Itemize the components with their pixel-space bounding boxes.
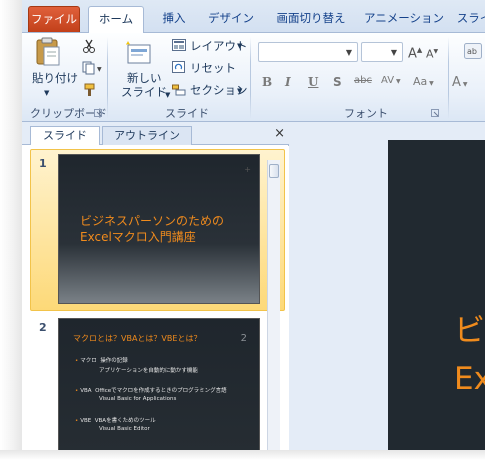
slide-2-heading: マクロとは？VBAとは？VBEとは？ [73, 334, 202, 343]
paste-button[interactable]: 貼り付け [32, 71, 78, 85]
dialog-launcher-icon[interactable] [94, 107, 102, 120]
bullet-item: • VBA Officeでマクロを作成するときのプログラミング言語 [75, 388, 227, 394]
font-color-button[interactable]: A ▼ [452, 75, 467, 90]
current-slide-canvas[interactable]: ビ Ex [388, 140, 485, 450]
new-slide-label-1[interactable]: 新しい [127, 71, 162, 85]
grow-font-button[interactable]: A▲ [408, 43, 422, 61]
chevron-down-icon: ▼ [345, 48, 352, 57]
copy-icon[interactable]: ▼ [82, 61, 104, 78]
ribbon-tab-row: ファイル ホーム 挿入 デザイン 画面切り替え アニメーション スライ [22, 0, 485, 33]
slide-thumbnails: 1 + ビジネスパーソンのための Excelマクロ入門講座 2 マクロとは？VB… [22, 146, 289, 450]
tab-transitions[interactable]: 画面切り替え [270, 6, 352, 32]
tab-slides[interactable]: スライド [30, 126, 100, 145]
cut-icon[interactable] [82, 39, 96, 56]
powerpoint-window: ファイル ホーム 挿入 デザイン 画面切り替え アニメーション スライ 貼り付け… [22, 0, 485, 450]
close-icon[interactable]: × [274, 126, 285, 141]
paste-dropdown[interactable]: ▼ [44, 86, 49, 100]
bullet-item: • マクロ 操作の記録 [75, 358, 128, 364]
slide-number: 2 [39, 321, 47, 334]
slide-title-preview-line2: Ex [454, 361, 485, 397]
svg-text:ab: ab [467, 47, 477, 56]
section-icon[interactable] [172, 83, 186, 99]
tab-insert[interactable]: 挿入 [154, 6, 194, 32]
slide-1-title-line1: ビジネスパーソンのための [80, 214, 225, 228]
slide-placeholder-mark: + [244, 165, 251, 174]
bullet-sub-item: Visual Basic Editor [99, 426, 150, 432]
slide-number: 1 [39, 157, 47, 170]
new-slide-dropdown[interactable]: ▼ [165, 88, 170, 102]
slide-thumbnail-1[interactable]: + ビジネスパーソンのための Excelマクロ入門講座 [58, 154, 260, 304]
section-dropdown[interactable]: ▼ [237, 84, 242, 98]
slide-editing-area: ビ Ex [290, 123, 485, 450]
layout-dropdown[interactable]: ▼ [237, 39, 242, 53]
tab-slideshow[interactable]: スライ [454, 6, 485, 32]
tab-design[interactable]: デザイン [205, 6, 257, 32]
dialog-launcher-icon[interactable] [431, 107, 439, 120]
slide-1-title: ビジネスパーソンのための Excelマクロ入門講座 [80, 213, 224, 245]
new-slide-icon[interactable] [122, 39, 152, 70]
layout-icon[interactable] [172, 39, 186, 54]
chevron-down-icon: ▼ [390, 48, 397, 57]
group-separator [107, 37, 108, 119]
paste-icon[interactable] [34, 37, 62, 70]
thumbnail-scrollbar[interactable] [267, 160, 280, 450]
window-left-edge [0, 0, 22, 450]
font-size-combo[interactable]: ▼ [361, 42, 403, 62]
slides-pane: スライド アウトライン × 1 + ビジネスパーソンのための Excelマクロ入… [22, 123, 289, 450]
bullet-sub-item: アプリケーションを自動的に動かす機能 [99, 368, 198, 374]
format-painter-icon[interactable] [82, 83, 96, 100]
pane-tabs: スライド アウトライン × [22, 123, 289, 145]
reset-icon[interactable] [172, 61, 186, 77]
group-separator [448, 37, 449, 119]
bullet-item: • VBE VBAを書くためのツール [75, 418, 156, 424]
shrink-font-button[interactable]: A▼ [426, 45, 438, 62]
slide-1-title-line2: Excelマクロ入門講座 [80, 230, 196, 244]
change-case-button[interactable]: Aa ▼ [413, 75, 434, 88]
char-spacing-button[interactable]: AV ▼ [381, 75, 401, 86]
font-group-label: フォント [344, 107, 388, 120]
slide-thumbnail-2[interactable]: マクロとは？VBAとは？VBEとは？ 2 • マクロ 操作の記録 アプリケーション… [58, 318, 260, 450]
tab-file[interactable]: ファイル [28, 6, 80, 32]
slide-2-page-number: 2 [240, 333, 247, 344]
bold-button[interactable]: B [262, 75, 272, 89]
scrollbar-thumb[interactable] [269, 164, 279, 178]
clear-formatting-icon[interactable]: ab [464, 43, 482, 62]
window-bottom-edge [0, 450, 485, 460]
strikethrough-button[interactable]: abc [354, 75, 372, 86]
ribbon: 貼り付け ▼ ▼ クリップボード 新しい スライド ▼ レイアウト ▼ リセット… [22, 32, 485, 122]
new-slide-label-2[interactable]: スライド [121, 85, 167, 99]
group-separator [250, 37, 251, 119]
slide-title-preview[interactable]: ビ Ex [454, 307, 485, 403]
slides-group-label: スライド [165, 107, 209, 120]
font-name-combo[interactable]: ▼ [258, 42, 358, 62]
tab-home[interactable]: ホーム [88, 6, 144, 33]
slide-title-preview-line1: ビ [454, 313, 485, 349]
shadow-button[interactable]: S [333, 75, 342, 89]
reset-button[interactable]: リセット [190, 61, 236, 75]
bullet-sub-item: Visual Basic for Applications [99, 396, 177, 402]
underline-button[interactable]: U [308, 75, 318, 89]
tab-animations[interactable]: アニメーション [362, 6, 446, 32]
svg-text:▼: ▼ [97, 66, 102, 73]
tab-outline[interactable]: アウトライン [102, 126, 192, 145]
italic-button[interactable]: I [285, 75, 291, 89]
